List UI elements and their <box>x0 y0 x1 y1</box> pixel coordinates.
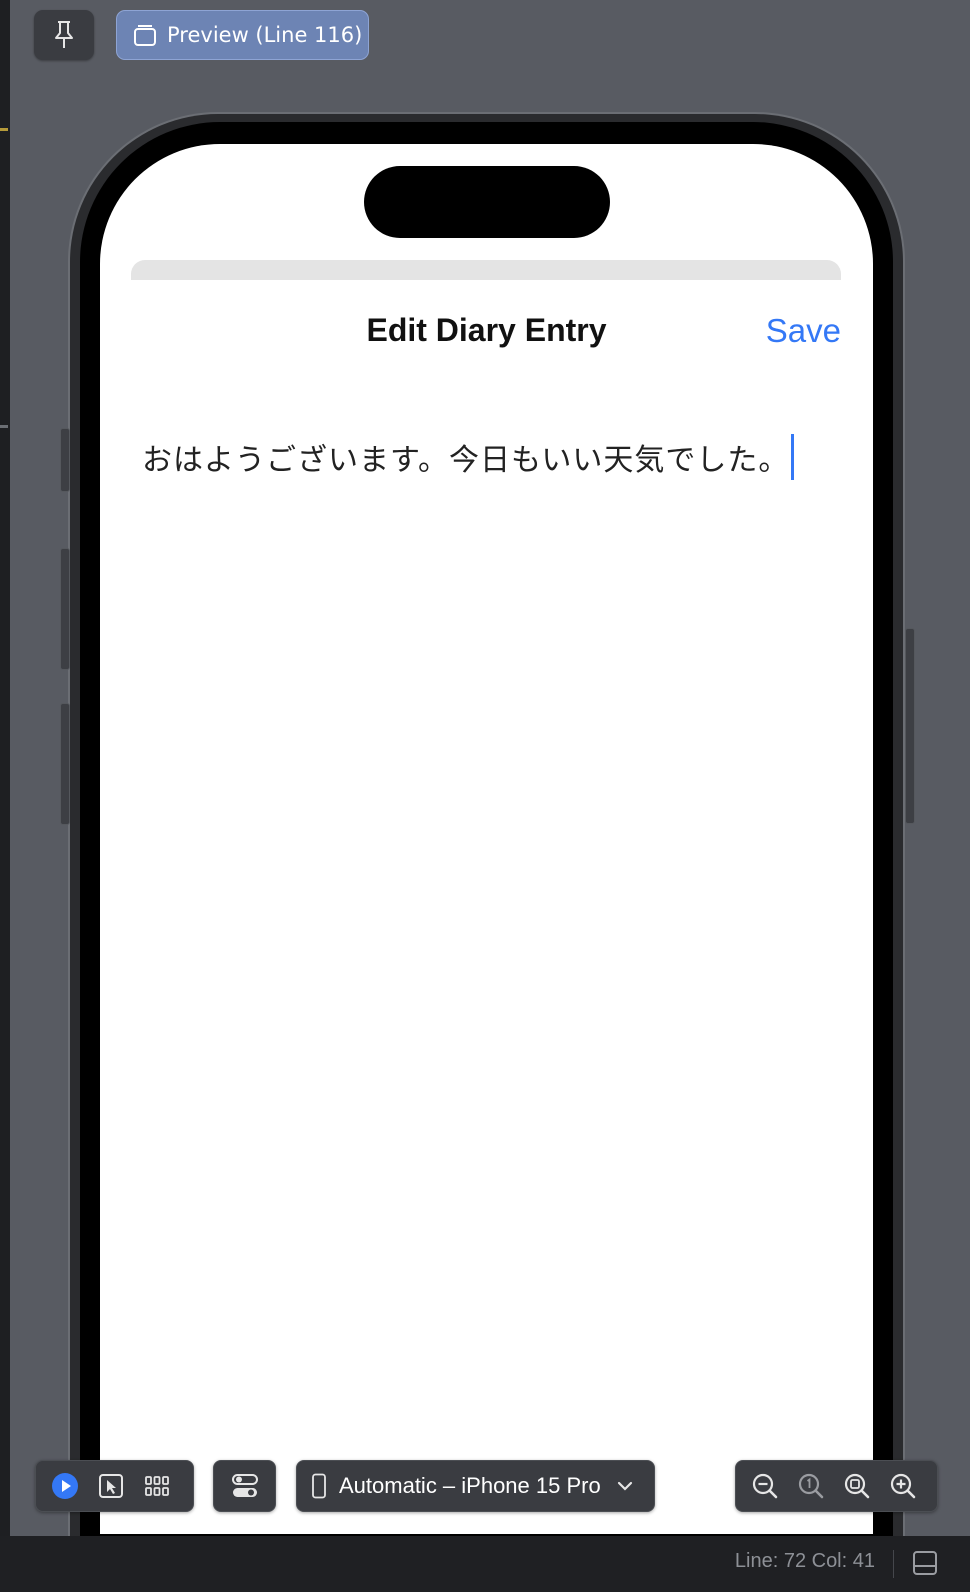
variants-button[interactable] <box>134 1463 180 1509</box>
chevron-down-icon <box>617 1481 632 1491</box>
preview-mode-group <box>35 1460 194 1512</box>
preview-window-icon <box>134 25 156 46</box>
status-bar: Line: 72 Col: 41 <box>0 1536 970 1592</box>
device-volume-up-button <box>60 548 70 670</box>
editor-gutter-strip <box>0 0 10 1560</box>
toggle-panel-button[interactable] <box>912 1550 938 1580</box>
zoom-controls <box>735 1460 938 1512</box>
pin-preview-button[interactable] <box>34 10 94 60</box>
diary-text-editor[interactable]: おはようございます。今日もいい天気でした。 <box>142 434 795 480</box>
background-sheet-edge <box>131 260 841 280</box>
device-power-button <box>905 628 915 824</box>
status-divider <box>893 1550 894 1578</box>
gutter-marker <box>0 425 8 428</box>
device-settings-button[interactable] <box>213 1460 276 1512</box>
panel-toggle-icon <box>913 1551 937 1575</box>
toggle-settings-icon <box>231 1474 258 1497</box>
device-selector[interactable]: Automatic – iPhone 15 Pro <box>296 1460 655 1512</box>
device-volume-down-button <box>60 703 70 825</box>
cursor-position: Line: 72 Col: 41 <box>734 1550 875 1572</box>
device-screen: Edit Diary Entry Save おはようございます。今日もいい天気で… <box>100 144 873 1534</box>
zoom-out-button[interactable] <box>742 1463 788 1509</box>
cursor-select-icon <box>99 1474 123 1498</box>
nav-title: Edit Diary Entry <box>366 312 607 348</box>
preview-tab-label: Preview (Line 116) <box>167 23 363 47</box>
zoom-actual-size-icon <box>798 1473 824 1499</box>
editor-text: おはようございます。今日もいい天気でした。 <box>142 443 790 478</box>
zoom-actual-size-button[interactable] <box>788 1463 834 1509</box>
zoom-to-fit-icon <box>844 1473 870 1499</box>
live-preview-button[interactable] <box>42 1463 88 1509</box>
gutter-marker <box>0 128 8 131</box>
text-caret <box>791 434 795 480</box>
iphone-icon <box>312 1473 326 1499</box>
dynamic-island <box>364 166 610 238</box>
save-button[interactable]: Save <box>766 312 841 350</box>
zoom-in-button[interactable] <box>880 1463 926 1509</box>
preview-tab[interactable]: Preview (Line 116) <box>116 10 369 60</box>
play-icon <box>52 1473 78 1499</box>
pin-icon <box>55 21 73 48</box>
selectable-mode-button[interactable] <box>88 1463 134 1509</box>
zoom-out-icon <box>752 1473 778 1499</box>
zoom-to-fit-button[interactable] <box>834 1463 880 1509</box>
zoom-in-icon <box>890 1473 916 1499</box>
device-action-button <box>60 428 70 492</box>
grid-icon <box>145 1476 169 1496</box>
device-selector-label: Automatic – iPhone 15 Pro <box>339 1473 601 1498</box>
